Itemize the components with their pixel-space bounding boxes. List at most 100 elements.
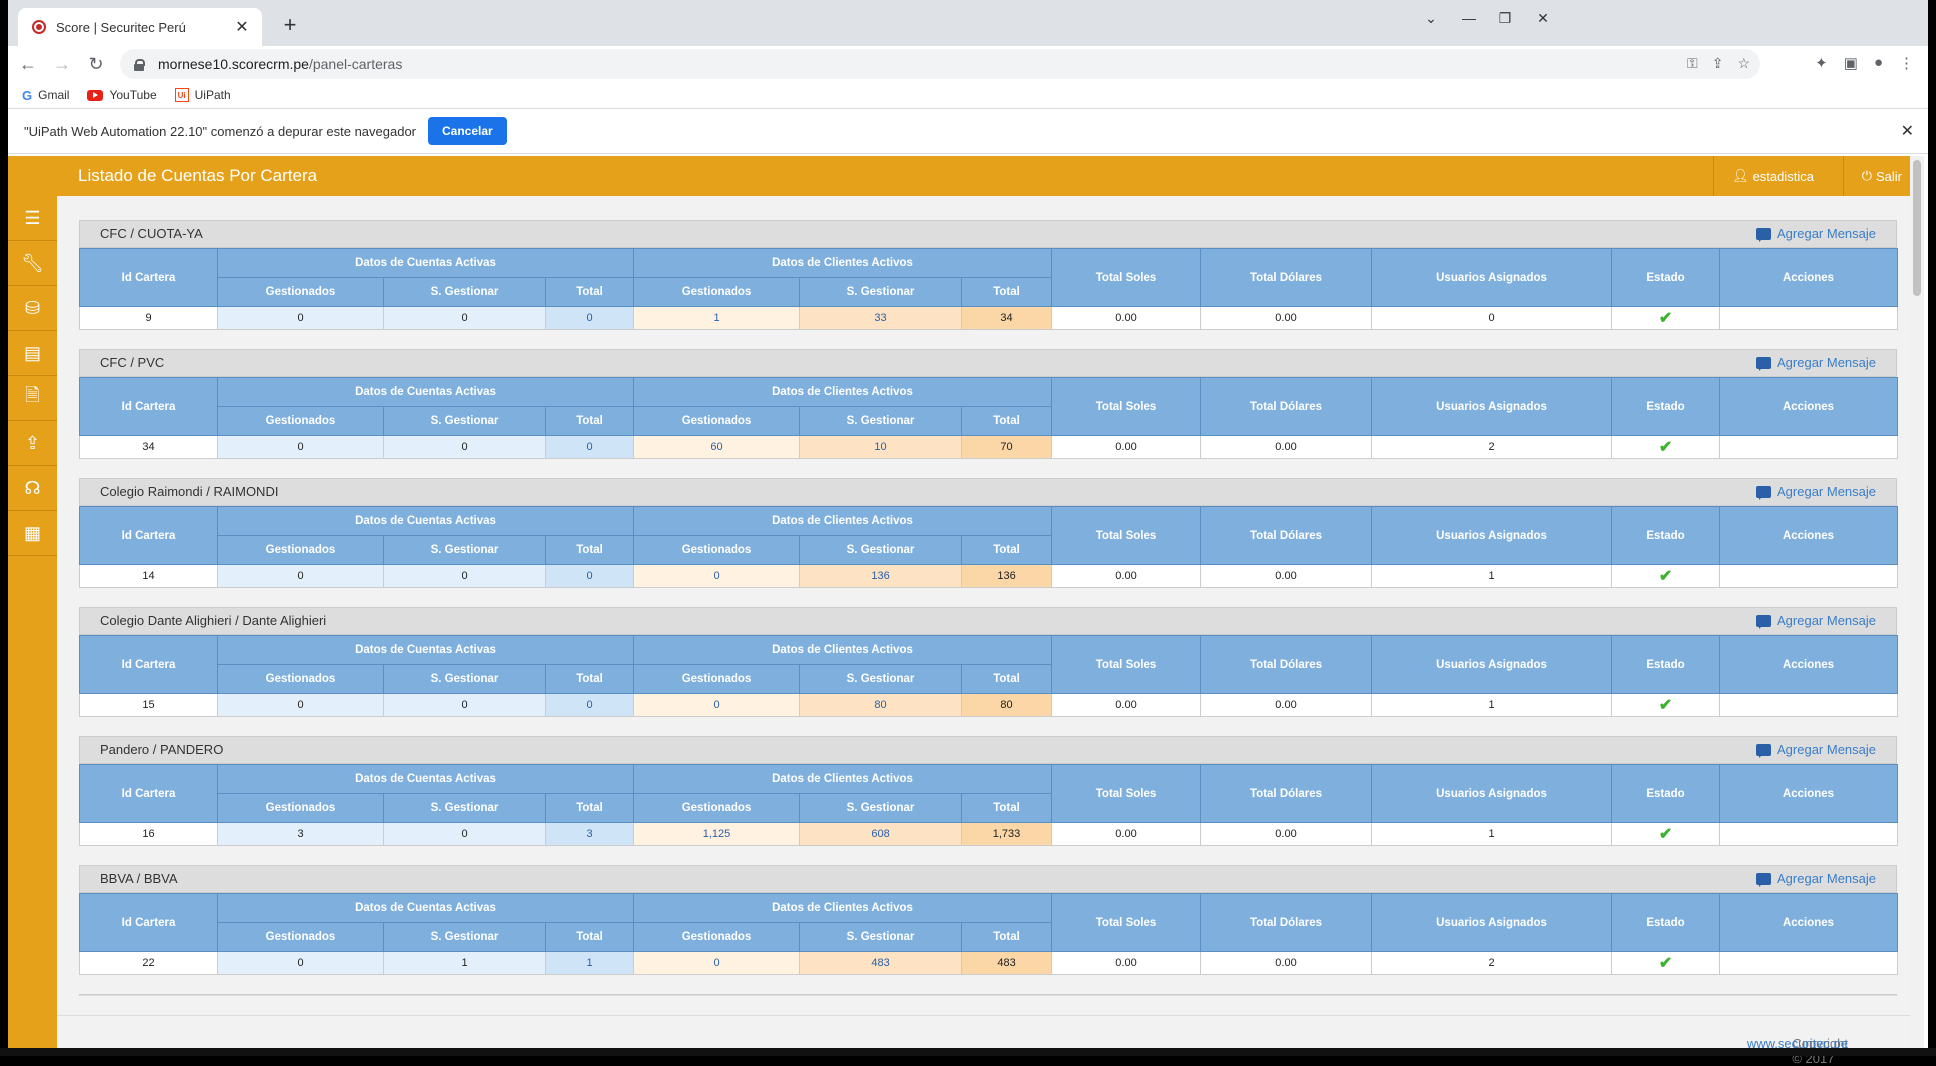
col-cuentas-total: Total: [544, 535, 635, 565]
col-cuentas-gestionados: Gestionados: [217, 793, 384, 823]
browser-tab[interactable]: Score | Securitec Perú ✕: [18, 8, 262, 46]
cartera-header: Colegio Dante Alighieri / Dante Alighier…: [79, 607, 1897, 635]
add-message-button[interactable]: Agregar Mensaje: [1756, 355, 1876, 371]
col-cuentas-gestionados: Gestionados: [217, 406, 384, 436]
key-icon[interactable]: ⚿: [1687, 55, 1698, 72]
cell-cuentas-gestionados: 0: [217, 306, 384, 330]
col-group-cuentas: Datos de Cuentas Activas: [216, 377, 635, 407]
cartera-header: BBVA / BBVA Agregar Mensaje: [79, 865, 1897, 893]
site-favicon-icon: [32, 20, 46, 34]
col-clientes-s-gestionar: S. Gestionar: [799, 535, 963, 565]
sidebar-item-support[interactable]: ☊: [8, 466, 57, 511]
restore-icon[interactable]: ❐: [1490, 10, 1520, 27]
sidebar-item-database[interactable]: ⛁: [8, 286, 57, 331]
col-cuentas-total: Total: [544, 277, 635, 307]
col-cuentas-s-gestionar: S. Gestionar: [383, 277, 546, 307]
cell-total-soles: 0.00: [1051, 564, 1202, 588]
add-message-button[interactable]: Agregar Mensaje: [1756, 226, 1876, 242]
cartera-name: CFC / PVC: [100, 355, 165, 370]
page-title: Listado de Cuentas Por Cartera: [78, 166, 318, 185]
cell-cuentas-s-gestionar: 1: [383, 951, 546, 975]
cell-clientes-s-gestionar: 33: [799, 306, 963, 330]
col-clientes-s-gestionar: S. Gestionar: [799, 277, 963, 307]
side-panel-icon[interactable]: ▣: [1844, 54, 1858, 72]
cartera-header: CFC / PVC Agregar Mensaje: [79, 349, 1897, 377]
cell-acciones: [1719, 693, 1899, 717]
cartera-header: Pandero / PANDERO Agregar Mensaje: [79, 736, 1897, 764]
kebab-menu-icon[interactable]: ⋮: [1899, 54, 1914, 72]
add-message-button[interactable]: Agregar Mensaje: [1756, 484, 1876, 500]
add-message-button[interactable]: Agregar Mensaje: [1756, 742, 1876, 758]
col-cuentas-total: Total: [544, 406, 635, 436]
headset-icon: ☊: [24, 477, 41, 498]
cell-cuentas-s-gestionar: 0: [383, 306, 546, 330]
debug-infobar: "UiPath Web Automation 22.10" comenzó a …: [8, 109, 1928, 154]
col-acciones: Acciones: [1719, 635, 1899, 694]
power-icon: ⏻: [1861, 168, 1872, 183]
user-menu-button[interactable]: 👤︎ estadistica: [1713, 156, 1832, 196]
add-message-label: Agregar Mensaje: [1777, 355, 1876, 370]
cell-clientes-s-gestionar: 608: [799, 822, 963, 846]
col-group-clientes: Datos de Clientes Activos: [633, 893, 1053, 923]
sidebar-item-upload[interactable]: ⇪: [8, 421, 57, 466]
col-usuarios: Usuarios Asignados: [1371, 635, 1613, 694]
col-cuentas-gestionados: Gestionados: [217, 277, 384, 307]
scroll-thumb[interactable]: [1913, 160, 1921, 296]
col-id-cartera: Id Cartera: [79, 764, 218, 823]
database-icon: ⛁: [24, 297, 41, 318]
lock-icon[interactable]: [134, 58, 145, 71]
tab-close-icon[interactable]: ✕: [232, 17, 252, 37]
cell-cuentas-total: 0: [544, 564, 635, 588]
cell-total-soles: 0.00: [1051, 306, 1202, 330]
check-icon: ✔: [1658, 568, 1673, 585]
page-scrollbar[interactable]: [1910, 156, 1924, 1048]
col-total-dolares: Total Dólares: [1200, 635, 1373, 694]
minimize-icon[interactable]: —: [1454, 10, 1484, 26]
bookmark-gmail[interactable]: G Gmail: [22, 88, 69, 103]
cell-cuentas-gestionados: 3: [217, 822, 384, 846]
cell-cuentas-s-gestionar: 0: [383, 435, 546, 459]
col-clientes-total: Total: [961, 793, 1053, 823]
logout-label: Salir: [1875, 168, 1902, 184]
cell-estado: ✔: [1611, 435, 1721, 459]
tab-search-icon[interactable]: ⌄: [1416, 10, 1446, 27]
user-label: estadistica: [1752, 168, 1814, 184]
bookmark-youtube[interactable]: YouTube: [87, 88, 157, 102]
col-clientes-s-gestionar: S. Gestionar: [799, 664, 963, 694]
add-message-button[interactable]: Agregar Mensaje: [1756, 871, 1876, 887]
add-message-button[interactable]: Agregar Mensaje: [1756, 613, 1876, 629]
col-total-dolares: Total Dólares: [1200, 248, 1373, 307]
address-bar[interactable]: mornese10.scorecrm.pe/panel-carteras ⚿ ⇪…: [120, 49, 1760, 79]
add-message-label: Agregar Mensaje: [1777, 871, 1876, 886]
forward-icon[interactable]: →: [48, 54, 76, 75]
sidebar-item-documents[interactable]: 🗎: [8, 376, 57, 421]
bookmark-label: Gmail: [38, 88, 70, 102]
profile-icon[interactable]: ●: [1874, 54, 1883, 72]
sidebar-item-contacts[interactable]: ▤: [8, 331, 57, 376]
cartera-name: Colegio Dante Alighieri / Dante Alighier…: [100, 613, 327, 628]
cell-clientes-total: 80: [961, 693, 1053, 717]
col-clientes-total: Total: [961, 664, 1053, 694]
extensions-icon[interactable]: ✦: [1815, 54, 1828, 72]
cell-clientes-gestionados: 0: [633, 693, 801, 717]
col-total-soles: Total Soles: [1051, 764, 1202, 823]
bookmark-star-icon[interactable]: ☆: [1737, 55, 1750, 72]
cancel-debug-button[interactable]: Cancelar: [428, 117, 507, 145]
share-icon[interactable]: ⇪: [1712, 55, 1724, 72]
col-cuentas-s-gestionar: S. Gestionar: [383, 535, 546, 565]
col-clientes-total: Total: [961, 406, 1053, 436]
back-icon[interactable]: ←: [14, 54, 42, 75]
bookmark-uipath[interactable]: Ui UiPath: [174, 88, 231, 102]
sidebar-item-tools[interactable]: 🔧︎: [8, 241, 57, 286]
close-window-icon[interactable]: ✕: [1528, 10, 1558, 27]
cell-total-soles: 0.00: [1051, 435, 1202, 459]
col-total-dolares: Total Dólares: [1200, 506, 1373, 565]
logout-button[interactable]: ⏻ Salir: [1842, 156, 1920, 196]
reload-icon[interactable]: ↻: [82, 54, 110, 75]
infobar-close-icon[interactable]: ✕: [1901, 121, 1914, 141]
cell-id: 22: [79, 951, 218, 975]
col-id-cartera: Id Cartera: [79, 377, 218, 436]
sidebar-item-menu[interactable]: ☰: [8, 196, 57, 241]
sidebar-item-dashboard[interactable]: ▦: [8, 511, 57, 556]
new-tab-icon[interactable]: +: [278, 12, 302, 38]
